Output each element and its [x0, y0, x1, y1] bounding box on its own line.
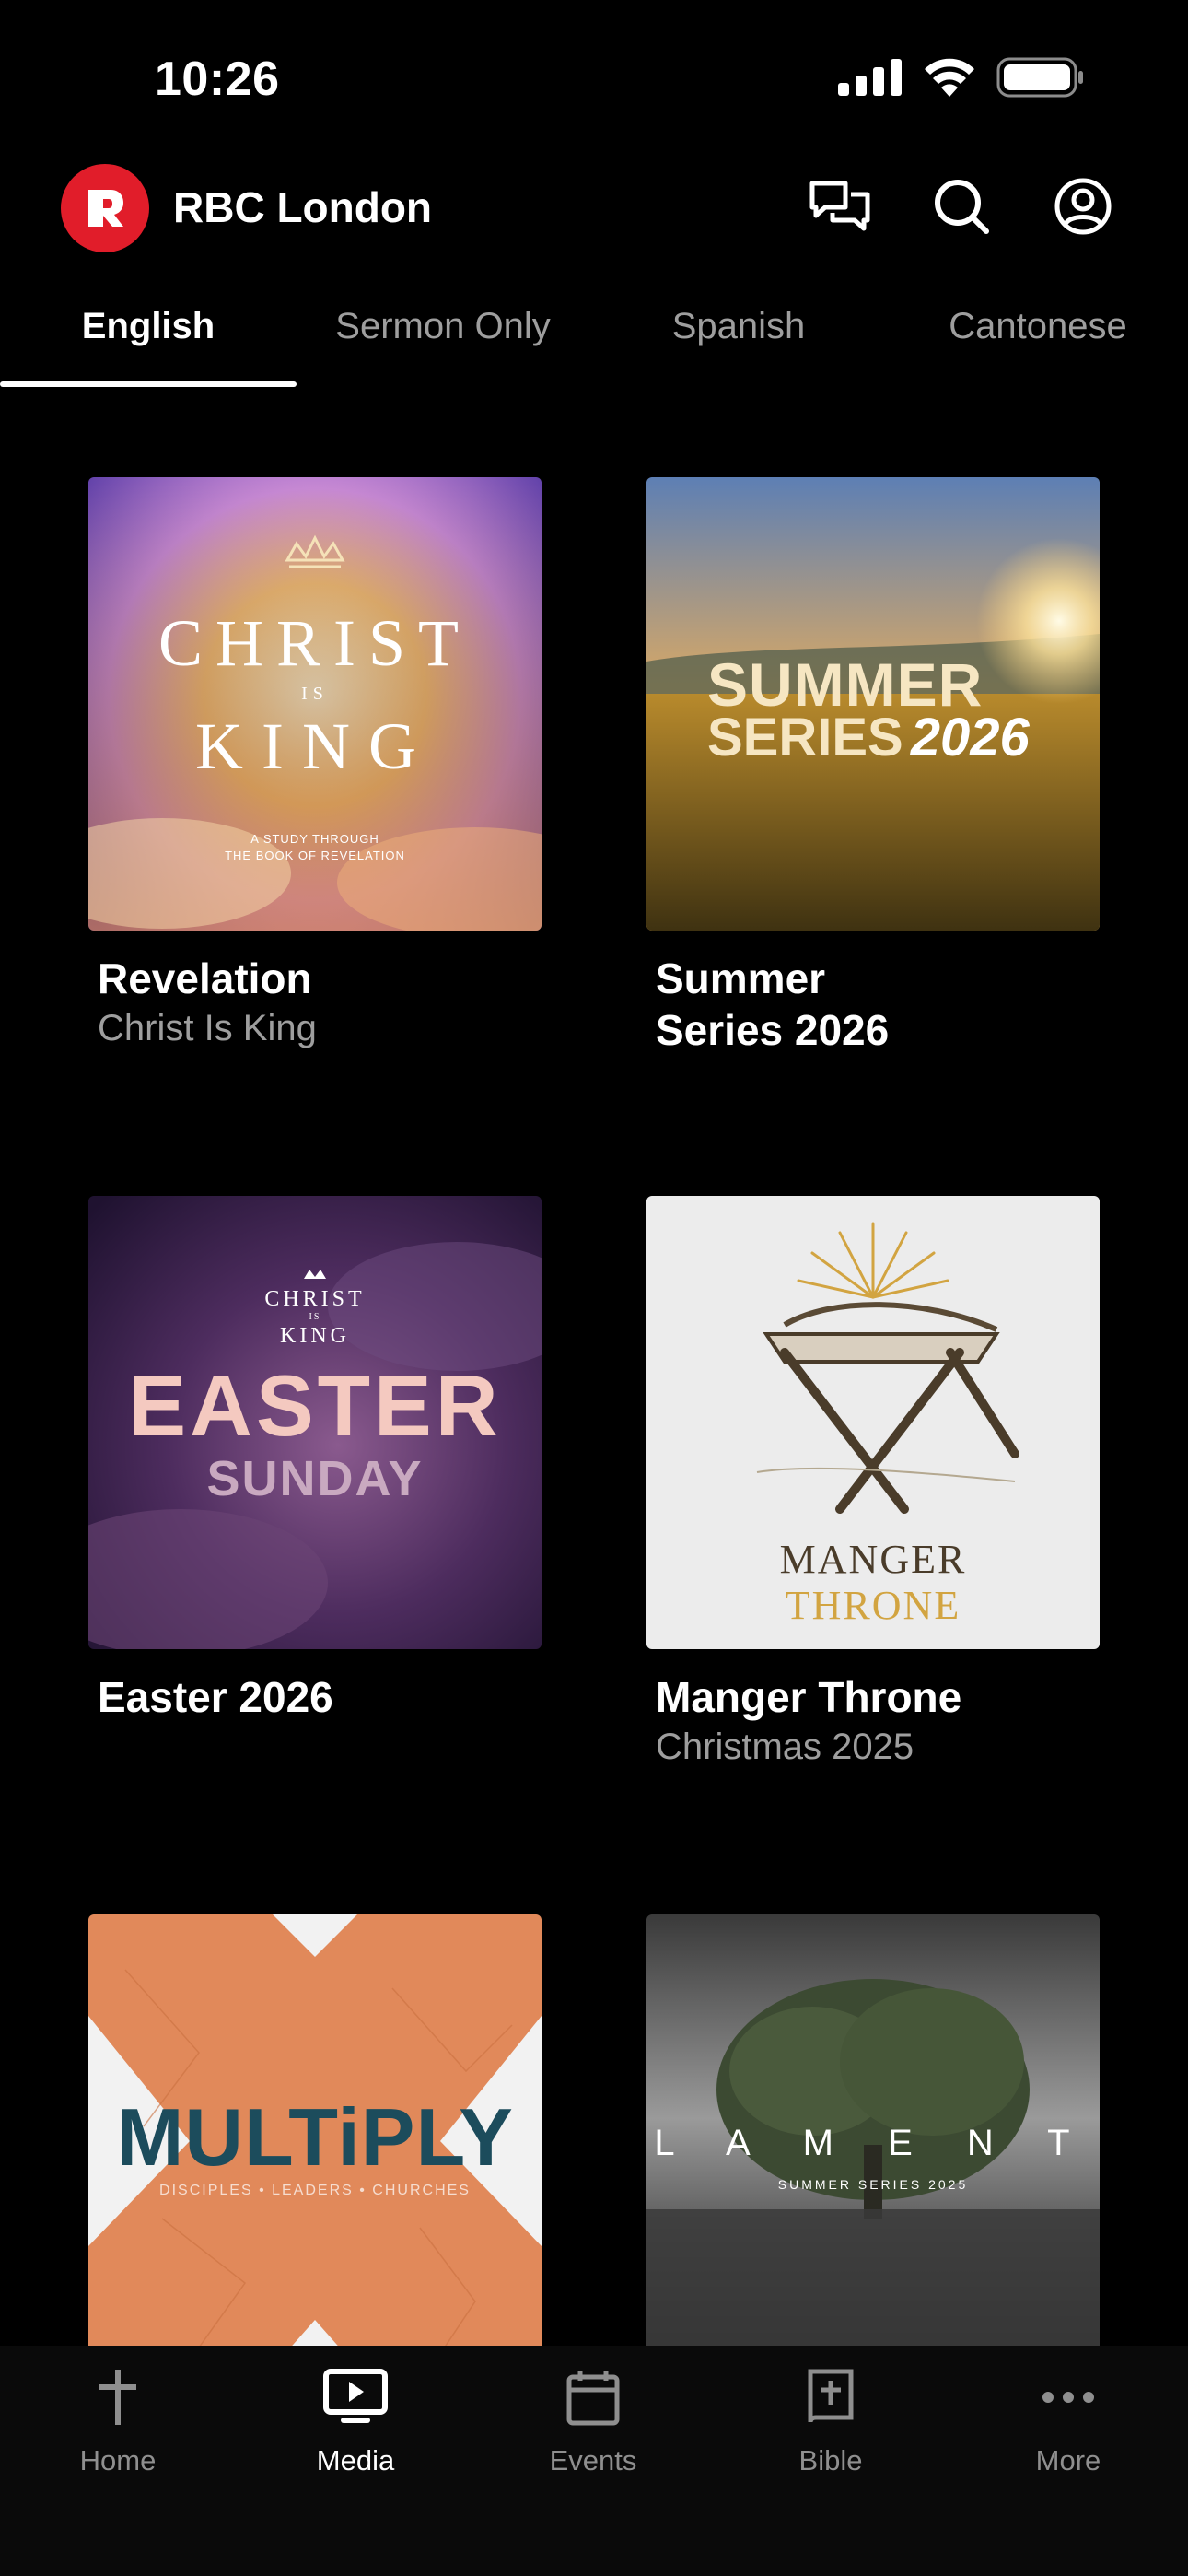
art-title-line: IS	[309, 1312, 321, 1322]
wifi-icon	[923, 58, 976, 101]
tab-bible[interactable]: Bible	[739, 2368, 923, 2477]
art-title-line: IS	[301, 684, 329, 704]
app-header: RBC London	[0, 157, 1188, 267]
bottom-tab-bar: Home Media Events Bible More	[0, 2346, 1188, 2576]
art-tagline: SUMMER SERIES 2025	[777, 2177, 969, 2192]
search-icon	[932, 177, 991, 240]
status-bar: 10:26	[0, 0, 1188, 157]
profile-button[interactable]	[1048, 173, 1118, 243]
series-artwork[interactable]: MANGER THRONE	[646, 1196, 1100, 1649]
tab-label: Media	[316, 2444, 395, 2476]
calendar-icon	[564, 2368, 623, 2431]
rbc-logo-icon[interactable]	[61, 164, 149, 252]
tab-english[interactable]: English	[0, 297, 297, 392]
series-title: Summer Series 2026	[656, 954, 890, 1054]
more-dots-icon	[1039, 2368, 1098, 2431]
art-title-line: SUMMER	[707, 650, 984, 719]
search-button[interactable]	[926, 173, 996, 243]
series-artwork[interactable]: L A M E N T SUMMER SERIES 2025	[646, 1914, 1100, 2348]
tab-label: Bible	[798, 2444, 863, 2476]
status-time: 10:26	[155, 53, 280, 106]
series-artwork[interactable]: CHRIST IS KING A STUDY THROUGH THE BOOK …	[88, 477, 542, 931]
series-artwork[interactable]: MULTiPLY DISCIPLES • LEADERS • CHURCHES	[88, 1914, 542, 2348]
series-artwork[interactable]: CHRIST IS KING EASTER SUNDAY	[88, 1196, 542, 1649]
art-title-line: SUNDAY	[206, 1451, 424, 1506]
series-card-manger-throne[interactable]: MANGER THRONE Manger Throne Christmas 20…	[646, 1196, 1100, 1771]
tab-spanish[interactable]: Spanish	[589, 297, 888, 392]
church-name: RBC London	[173, 183, 433, 231]
media-play-icon	[322, 2368, 389, 2431]
language-tabs: English Sermon Only Spanish Cantonese	[0, 297, 1188, 392]
series-card-lament[interactable]: L A M E N T SUMMER SERIES 2025	[646, 1914, 1100, 2348]
series-title: Revelation	[98, 954, 312, 1002]
tab-home[interactable]: Home	[26, 2368, 210, 2477]
tab-label: Home	[79, 2444, 157, 2476]
art-title-line: CHRIST	[264, 1287, 366, 1311]
art-title-line: 2026	[910, 708, 1030, 767]
tab-cantonese[interactable]: Cantonese	[888, 297, 1188, 392]
art-title-line: KING	[280, 1324, 350, 1348]
series-grid: CHRIST IS KING A STUDY THROUGH THE BOOK …	[0, 477, 1188, 2348]
series-card-summer-2026[interactable]: SUMMER SERIES 2026 Summer Series 2026	[646, 477, 1100, 1056]
battery-icon	[996, 57, 1085, 102]
tab-more[interactable]: More	[976, 2368, 1160, 2477]
series-card-revelation[interactable]: CHRIST IS KING A STUDY THROUGH THE BOOK …	[88, 477, 542, 1052]
art-title-line: THRONE	[785, 1583, 961, 1628]
art-title-line: KING	[195, 709, 435, 783]
bible-icon	[803, 2368, 858, 2431]
profile-icon	[1054, 177, 1112, 240]
series-card-easter-2026[interactable]: CHRIST IS KING EASTER SUNDAY Easter 2026	[88, 1196, 542, 1723]
tab-label: More	[1035, 2444, 1101, 2476]
series-title: Manger Throne	[656, 1673, 962, 1721]
series-artwork[interactable]: SUMMER SERIES 2026	[646, 477, 1100, 931]
art-title-line: SERIES	[707, 708, 903, 767]
series-subtitle: Christ Is King	[98, 1008, 317, 1048]
art-tagline: A STUDY THROUGH	[250, 832, 379, 846]
art-title-line: CHRIST	[157, 606, 472, 680]
tab-events[interactable]: Events	[501, 2368, 685, 2477]
series-card-multiply[interactable]: MULTiPLY DISCIPLES • LEADERS • CHURCHES	[88, 1914, 542, 2348]
art-title-line: MULTiPLY	[116, 2091, 514, 2183]
art-title-line: L A M E N T	[654, 2123, 1092, 2163]
art-title-line: EASTER	[128, 1357, 502, 1454]
series-title: Easter 2026	[98, 1673, 333, 1721]
art-title-line: MANGER	[779, 1537, 967, 1582]
chat-icon	[809, 178, 871, 240]
cross-icon	[90, 2368, 146, 2431]
tab-media[interactable]: Media	[263, 2368, 448, 2477]
tab-label: Events	[549, 2444, 637, 2476]
art-tagline: THE BOOK OF REVELATION	[225, 849, 405, 862]
chat-button[interactable]	[805, 173, 875, 243]
tab-sermon-only[interactable]: Sermon Only	[297, 297, 589, 392]
art-tagline: DISCIPLES • LEADERS • CHURCHES	[159, 2183, 471, 2198]
status-icons	[838, 57, 1085, 102]
cellular-signal-icon	[838, 59, 903, 100]
series-subtitle: Christmas 2025	[656, 1727, 914, 1767]
active-tab-indicator	[0, 381, 297, 387]
